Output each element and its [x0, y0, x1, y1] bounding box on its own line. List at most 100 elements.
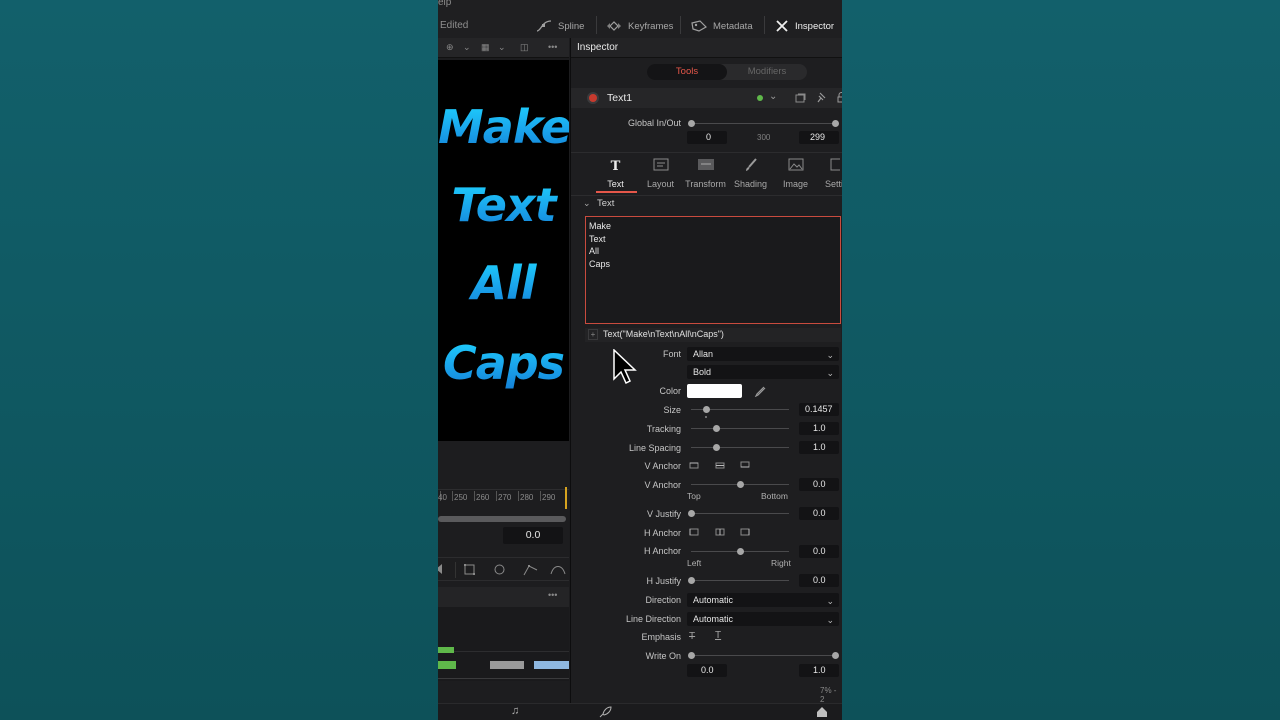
tools-tab[interactable]: Tools [647, 64, 727, 80]
anchor-middle-icon[interactable] [715, 528, 725, 536]
inspector-page-button[interactable]: Inspector [775, 17, 834, 35]
v-anchor-slider-handle[interactable] [737, 481, 744, 488]
menu-help[interactable]: elp [438, 0, 451, 8]
keyframes-page-button[interactable]: Keyframes [606, 17, 673, 35]
chevron-down-icon[interactable]: ⌄ [463, 42, 471, 53]
strikeout-icon[interactable]: T [689, 631, 695, 642]
modifiers-tab[interactable]: Modifiers [727, 64, 807, 80]
more-options-icon[interactable]: ••• [548, 590, 557, 600]
global-in-field[interactable]: 0 [687, 131, 727, 144]
write-on-start-field[interactable]: 0.0 [687, 664, 727, 677]
write-on-start-handle[interactable] [688, 652, 695, 659]
home-icon[interactable] [816, 706, 828, 718]
clip-bar[interactable] [490, 661, 524, 669]
direction-dropdown[interactable]: Automatic ⌄ [687, 593, 839, 607]
tab-shading[interactable]: Shading [728, 158, 773, 189]
polygon-mask-icon[interactable] [523, 563, 538, 576]
tab-layout[interactable]: Layout [638, 158, 683, 189]
fairlight-music-icon[interactable]: ♫ [511, 705, 519, 717]
tab-transform[interactable]: Transform [683, 158, 728, 189]
grid-icon[interactable]: ▦ [481, 42, 490, 53]
write-on-range-track[interactable] [691, 655, 837, 656]
tab-image[interactable]: Image [773, 158, 818, 189]
v-justify-field[interactable]: 0.0 [799, 507, 839, 520]
v-anchor-field[interactable]: 0.0 [799, 478, 839, 491]
font-family-dropdown[interactable]: Allan ⌄ [687, 347, 839, 361]
chevron-down-icon[interactable]: ⌄ [498, 42, 506, 53]
write-on-end-field[interactable]: 1.0 [799, 664, 839, 677]
chevron-down-icon[interactable]: ⌄ [769, 91, 777, 102]
line-direction-dropdown[interactable]: Automatic ⌄ [687, 612, 839, 626]
section-collapse-icon[interactable]: ⌄ [583, 198, 591, 209]
size-field[interactable]: 0.1457 [799, 403, 839, 416]
h-justify-slider-track[interactable] [691, 580, 789, 581]
v-justify-slider-handle[interactable] [688, 510, 695, 517]
playhead[interactable] [565, 487, 567, 509]
color-channel-icon[interactable]: ⊕ [446, 42, 454, 53]
arrow-icon[interactable] [438, 563, 442, 575]
h-anchor-field[interactable]: 0.0 [799, 545, 839, 558]
node-enable-toggle[interactable] [589, 94, 597, 102]
spline-page-button[interactable]: Spline [536, 17, 584, 35]
transform-icon [683, 158, 728, 176]
global-in-handle[interactable] [688, 120, 695, 127]
layout-icon [638, 158, 683, 176]
node-header-row: Text1 ⌄ [571, 88, 842, 108]
eyedropper-icon[interactable] [754, 385, 766, 397]
anchor-top-icon[interactable] [689, 461, 699, 469]
timecode-field[interactable]: 0.0 [503, 527, 563, 544]
pin-icon[interactable] [817, 92, 827, 103]
expression-row[interactable]: + Text("Make\nText\nAll\nCaps") [585, 328, 841, 342]
text-tab-icon: T [610, 159, 621, 174]
clip-bar[interactable] [438, 661, 456, 669]
font-style-dropdown[interactable]: Bold ⌄ [687, 365, 839, 379]
styled-text-editor[interactable]: Make Text All Caps [585, 216, 841, 324]
underline-icon[interactable]: T [715, 630, 721, 641]
write-on-end-handle[interactable] [832, 652, 839, 659]
anchor-right-icon[interactable] [740, 528, 750, 536]
chevron-down-icon: ⌄ [826, 350, 834, 360]
size-slider-handle[interactable] [702, 406, 710, 413]
tab-settings[interactable]: Setti [818, 158, 842, 189]
global-inout-track[interactable] [691, 123, 837, 124]
scrub-bar[interactable] [438, 516, 566, 522]
line-spacing-slider-track[interactable] [691, 447, 789, 448]
time-ruler[interactable]: 40 250 260 270 280 290 [438, 489, 569, 505]
tracking-slider-handle[interactable] [712, 425, 720, 432]
divider [438, 651, 569, 652]
metadata-page-button[interactable]: Metadata [691, 17, 753, 35]
lock-icon[interactable] [837, 92, 842, 103]
tick-label: 250 [454, 493, 468, 502]
inspector-panel: Inspector Tools Modifiers Text1 ⌄ Global… [570, 38, 842, 720]
tick-label: 270 [498, 493, 512, 502]
tracking-slider-track[interactable] [691, 428, 789, 429]
node-editor[interactable] [438, 607, 569, 681]
viewer[interactable]: Make Text All Caps [438, 60, 572, 441]
anchor-left-icon[interactable] [689, 528, 699, 536]
anchor-bottom-icon[interactable] [740, 461, 750, 469]
rectangle-mask-icon[interactable] [463, 563, 476, 576]
version-color-dot[interactable] [757, 95, 763, 101]
more-options-icon[interactable]: ••• [548, 42, 557, 52]
anchor-center-icon[interactable] [715, 461, 725, 469]
tab-text[interactable]: T Text [593, 158, 638, 193]
h-justify-field[interactable]: 0.0 [799, 574, 839, 587]
split-view-icon[interactable]: ◫ [520, 42, 529, 53]
line-spacing-slider-handle[interactable] [712, 444, 720, 451]
tracking-field[interactable]: 1.0 [799, 422, 839, 435]
section-title[interactable]: Text [597, 198, 614, 209]
deliver-rocket-icon[interactable] [599, 706, 612, 718]
h-anchor-slider-handle[interactable] [737, 548, 744, 555]
ellipse-mask-icon[interactable] [493, 563, 506, 576]
v-justify-slider-track[interactable] [691, 513, 789, 514]
line-spacing-field[interactable]: 1.0 [799, 441, 839, 454]
h-justify-slider-handle[interactable] [688, 577, 695, 584]
expression-add-icon[interactable]: + [588, 329, 598, 340]
global-out-field[interactable]: 299 [799, 131, 839, 144]
clip-bar[interactable] [534, 661, 569, 669]
color-swatch[interactable] [687, 384, 742, 398]
copy-icon[interactable] [795, 93, 806, 103]
bspline-mask-icon[interactable] [550, 563, 566, 576]
global-out-handle[interactable] [832, 120, 839, 127]
clip-bar[interactable] [438, 647, 454, 653]
